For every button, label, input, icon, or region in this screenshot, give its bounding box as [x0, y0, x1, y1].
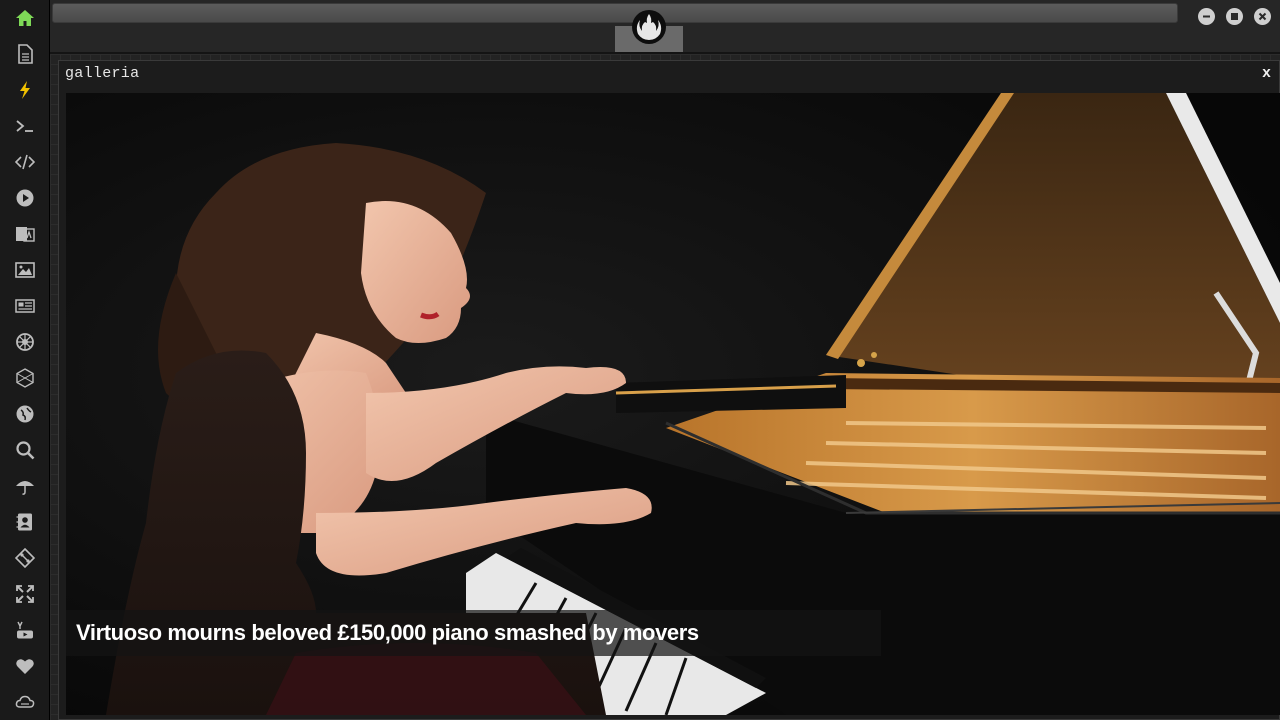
sidebar-item-expand[interactable]	[7, 576, 43, 612]
heart-icon	[16, 659, 34, 674]
sidebar-item-image[interactable]	[7, 252, 43, 288]
sidebar-item-lightning[interactable]	[7, 72, 43, 108]
youtube-icon	[17, 621, 33, 639]
sidebar-item-play[interactable]	[7, 180, 43, 216]
sidebar-item-cloud[interactable]	[7, 684, 43, 720]
sidebar-item-home[interactable]	[7, 0, 43, 36]
code-icon	[15, 154, 35, 170]
terminal-icon	[16, 120, 33, 132]
umbrella-icon	[16, 481, 34, 495]
app-root: galleria x Virtuoso mourns beloved £150,…	[0, 0, 1280, 720]
minimize-button[interactable]	[1198, 8, 1215, 25]
contacts-icon	[16, 513, 32, 531]
sidebar-item-heart[interactable]	[7, 648, 43, 684]
close-icon	[1258, 12, 1267, 21]
expand-icon	[16, 585, 34, 603]
lightning-icon	[20, 81, 30, 99]
globe-icon	[16, 405, 34, 423]
sidebar-item-newspaper[interactable]	[7, 288, 43, 324]
photo-caption[interactable]: Virtuoso mourns beloved £150,000 piano s…	[76, 620, 699, 646]
close-window-button[interactable]	[1254, 8, 1271, 25]
sidebar-item-empire[interactable]	[7, 324, 43, 360]
maximize-icon	[1231, 13, 1238, 20]
gallery-close-button[interactable]: x	[1262, 65, 1271, 82]
newspaper-icon	[15, 299, 35, 313]
sidebar-item-terminal[interactable]	[7, 108, 43, 144]
sidebar-item-search[interactable]	[7, 432, 43, 468]
address-bar[interactable]	[52, 3, 1178, 23]
sidebar-item-umbrella[interactable]	[7, 468, 43, 504]
empire-icon	[16, 333, 34, 351]
sidebar-item-document[interactable]	[7, 36, 43, 72]
sidebar-item-contacts[interactable]	[7, 504, 43, 540]
sidebar-item-git[interactable]	[7, 540, 43, 576]
git-icon	[15, 548, 35, 568]
minimize-icon	[1203, 15, 1210, 18]
home-icon	[16, 10, 34, 26]
sidebar	[0, 0, 50, 720]
document-icon	[18, 44, 33, 64]
sidebar-item-youtube[interactable]	[7, 612, 43, 648]
image-icon	[15, 262, 35, 278]
sidebar-item-globe[interactable]	[7, 396, 43, 432]
maximize-button[interactable]	[1226, 8, 1243, 25]
cloud-icon	[15, 695, 35, 708]
play-icon	[16, 189, 34, 207]
search-icon	[16, 441, 35, 460]
sidebar-item-cube[interactable]	[7, 360, 43, 396]
translate-icon	[16, 227, 35, 242]
cube-icon	[16, 368, 34, 388]
sidebar-item-translate[interactable]	[7, 216, 43, 252]
window-title: galleria	[65, 65, 140, 82]
top-bar	[50, 0, 1280, 54]
sidebar-item-code[interactable]	[7, 144, 43, 180]
rebel-alliance-icon	[630, 8, 668, 46]
